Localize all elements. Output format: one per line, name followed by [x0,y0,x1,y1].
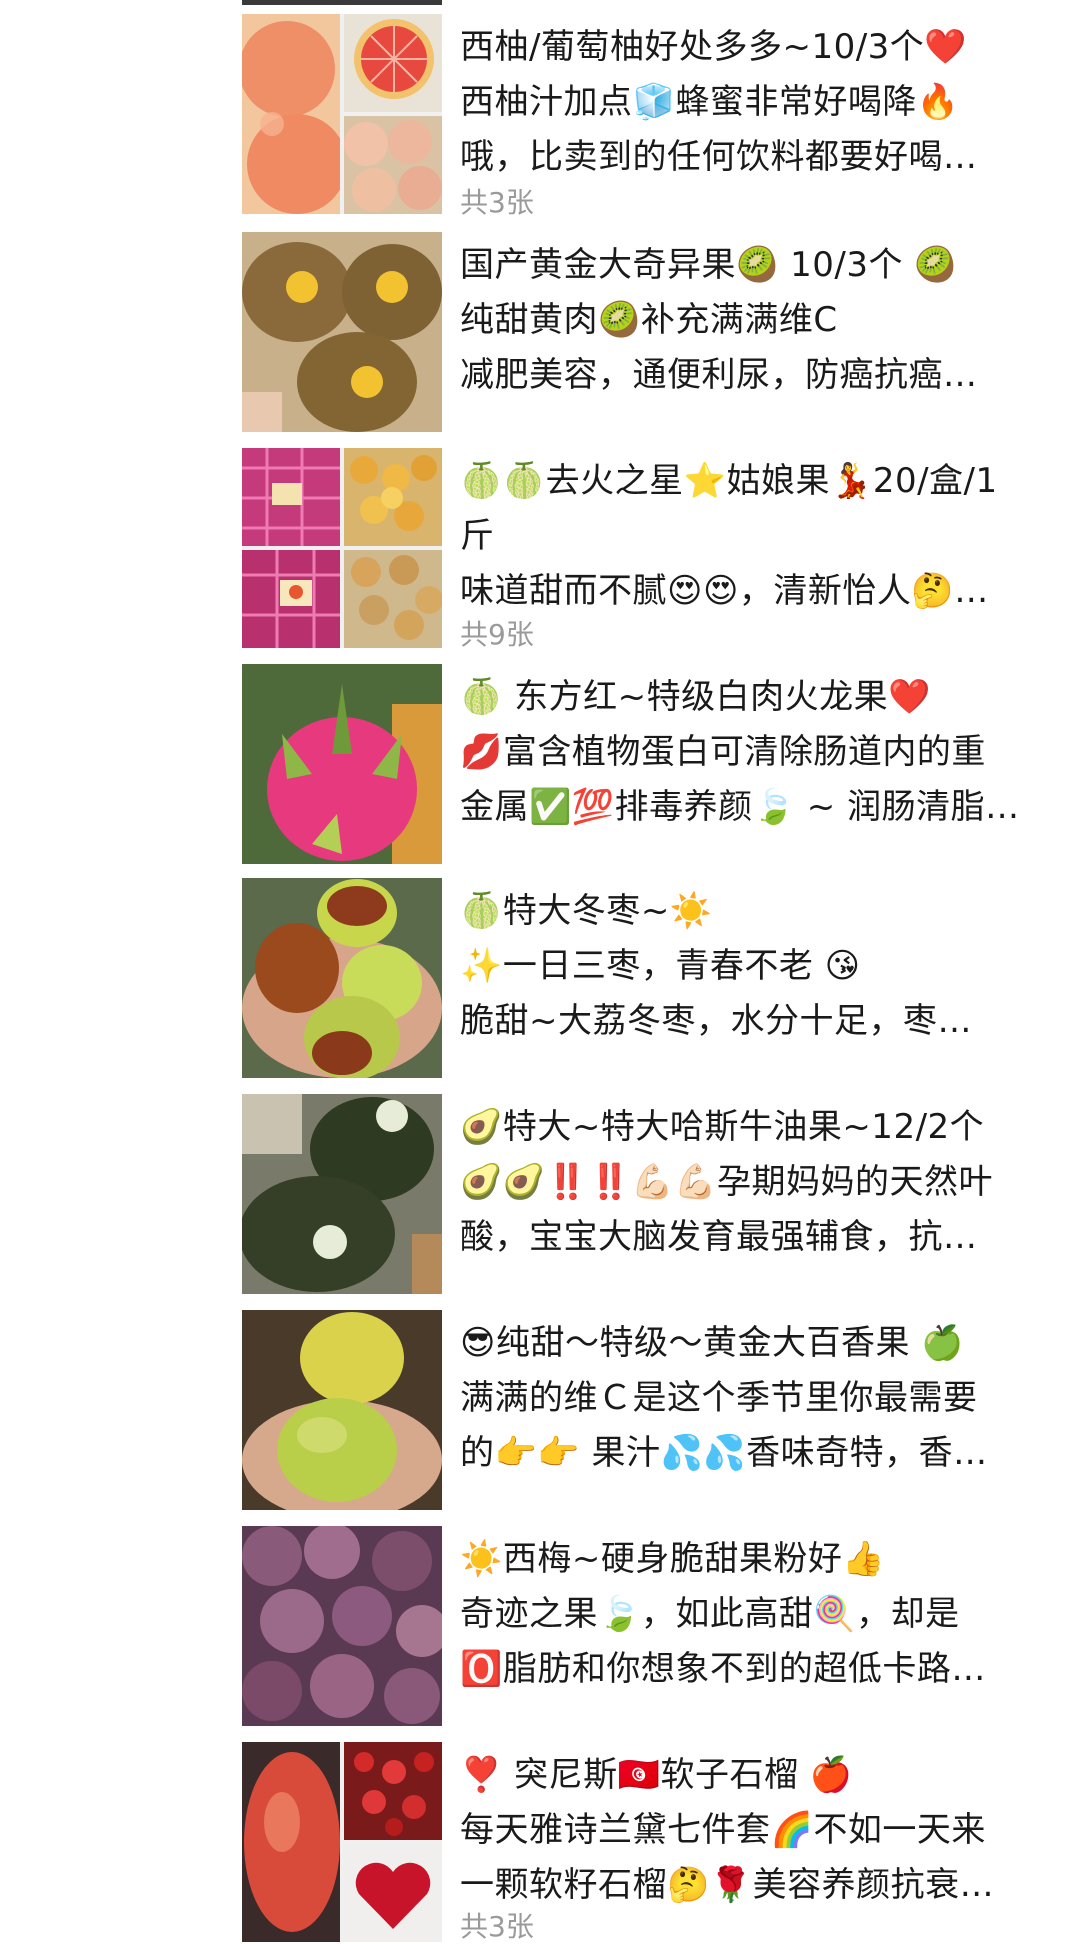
jujube-photo[interactable] [242,878,442,1078]
goldenberry-pile-photo[interactable] [344,448,442,546]
post-text: 🍈特大冬枣~☀️ ✨一日三枣，青春不老 😘 脆甜~大荔冬枣，水分十足，枣… [460,884,1040,1049]
post-text: 🍈 东方红~特级白肉火龙果❤️ 💋富含植物蛋白可清除肠道内的重 金属✅💯排毒养颜… [460,670,1040,835]
post-avocado[interactable]: 🥑特大~特大哈斯牛油果~12/2个 🥑🥑‼️‼️💪🏻💪🏻孕期妈妈的天然叶 酸，宝… [242,1094,1042,1294]
image-grid[interactable] [242,448,442,648]
image-count-label: 共9张 [460,618,534,651]
post-goldenberry[interactable]: 🍈🍈去火之星⭐姑娘果💃20/盒/1 斤 味道甜而不腻😍😍，清新怡人🤔… 共9张 [242,448,1042,651]
post-pomegranate[interactable]: ❣️ 突尼斯🇹🇳软子石榴 🍎 每天雅诗兰黛七件套🌈不如一天来 一颗软籽石榴🤔🌹美… [242,1742,1042,1943]
post-text-line: 🅾️脂肪和你想象不到的超低卡路… [460,1649,986,1689]
post-text-line: 金属✅💯排毒养颜🍃 ~ 润肠清脂… [460,787,1020,827]
avocado-photo[interactable] [242,1094,442,1294]
kiwi-photo[interactable] [242,232,442,432]
post-text: 国产黄金大奇异果🥝 10/3个 🥝 纯甜黄肉🥝补充满满维C 减肥美容，通便利尿，… [460,238,1040,403]
post-text-line: 一颗软籽石榴🤔🌹美容养颜抗衰… [460,1865,995,1905]
image-count-label: 共3张 [460,1910,534,1943]
image-grid[interactable] [242,1742,442,1942]
post-grapefruit[interactable]: 西柚/葡萄柚好处多多~10/3个❤️ 西柚汁加点🧊蜂蜜非常好喝降🔥 哦，比卖到的… [242,14,1042,219]
post-passion-fruit[interactable]: 😎纯甜～特级～黄金大百香果 🍏 满满的维Ｃ是这个季节里你最需要 的👉👉 果汁💦💦… [242,1310,1042,1510]
plum-photo[interactable] [242,1526,442,1726]
grapefruit-half-photo[interactable] [344,14,442,112]
post-text-line: 味道甜而不腻😍😍，清新怡人🤔… [460,571,989,611]
post-text: ❣️ 突尼斯🇹🇳软子石榴 🍎 每天雅诗兰黛七件套🌈不如一天来 一颗软籽石榴🤔🌹美… [460,1748,1040,1913]
post-text-line: ✨一日三枣，青春不老 😘 [460,946,861,986]
post-text: 🥑特大~特大哈斯牛油果~12/2个 🥑🥑‼️‼️💪🏻💪🏻孕期妈妈的天然叶 酸，宝… [460,1100,1040,1265]
post-plum[interactable]: ☀️西梅~硬身脆甜果粉好👍 奇迹之果🍃，如此高甜🍭，却是 🅾️脂肪和你想象不到的… [242,1526,1042,1726]
post-dragon-fruit[interactable]: 🍈 东方红~特级白肉火龙果❤️ 💋富含植物蛋白可清除肠道内的重 金属✅💯排毒养颜… [242,664,1042,864]
post-text-line: 斤 [460,516,495,556]
post-text-line: ❣️ 突尼斯🇹🇳软子石榴 🍎 [460,1755,853,1795]
image-grid[interactable] [242,1094,442,1294]
grapefruit-pile-photo[interactable] [344,116,442,214]
post-text-line: 🍈🍈去火之星⭐姑娘果💃20/盒/1 [460,461,998,501]
post-text-line: 满满的维Ｃ是这个季节里你最需要 [460,1378,978,1418]
pomegranate-photo[interactable] [242,1742,340,1942]
post-text-line: 西柚汁加点🧊蜂蜜非常好喝降🔥 [460,82,960,122]
post-text-line: 纯甜黄肉🥝补充满满维C [460,300,838,340]
post-text: 😎纯甜～特级～黄金大百香果 🍏 满满的维Ｃ是这个季节里你最需要 的👉👉 果汁💦💦… [460,1316,1040,1481]
post-jujube[interactable]: 🍈特大冬枣~☀️ ✨一日三枣，青春不老 😘 脆甜~大荔冬枣，水分十足，枣… [242,878,1042,1078]
moments-feed: 西柚/葡萄柚好处多多~10/3个❤️ 西柚汁加点🧊蜂蜜非常好喝降🔥 哦，比卖到的… [0,0,1080,1943]
passion-fruit-photo[interactable] [242,1310,442,1510]
post-text: 🍈🍈去火之星⭐姑娘果💃20/盒/1 斤 味道甜而不腻😍😍，清新怡人🤔… [460,454,1040,619]
image-grid[interactable] [242,1310,442,1510]
post-text-line: 脆甜~大荔冬枣，水分十足，枣… [460,1001,972,1041]
image-grid[interactable] [242,232,442,432]
post-text-line: 🥑特大~特大哈斯牛油果~12/2个 [460,1107,985,1147]
post-text-line: 😎纯甜～特级～黄金大百香果 🍏 [460,1323,965,1363]
image-grid[interactable] [242,14,442,214]
post-text-line: 🥑🥑‼️‼️💪🏻💪🏻孕期妈妈的天然叶 [460,1162,994,1202]
post-text: ☀️西梅~硬身脆甜果粉好👍 奇迹之果🍃，如此高甜🍭，却是 🅾️脂肪和你想象不到的… [460,1532,1040,1697]
dragon-fruit-photo[interactable] [242,664,442,864]
goldenberry-husk-photo[interactable] [344,550,442,648]
pomegranate-seeds-photo[interactable] [344,1742,442,1840]
image-grid[interactable] [242,878,442,1078]
image-grid[interactable] [242,1526,442,1726]
post-kiwi[interactable]: 国产黄金大奇异果🥝 10/3个 🥝 纯甜黄肉🥝补充满满维C 减肥美容，通便利尿，… [242,232,1042,432]
post-text-line: 酸，宝宝大脑发育最强辅食，抗… [460,1217,978,1257]
image-count-label: 共3张 [460,186,534,219]
post-text-line: 🍈 东方红~特级白肉火龙果❤️ [460,677,931,717]
image-grid[interactable] [242,664,442,864]
post-text-line: 哦，比卖到的任何饮料都要好喝… [460,137,978,177]
post-text: 西柚/葡萄柚好处多多~10/3个❤️ 西柚汁加点🧊蜂蜜非常好喝降🔥 哦，比卖到的… [460,20,1040,185]
post-text-line: 国产黄金大奇异果🥝 10/3个 🥝 [460,245,958,285]
post-text-line: 奇迹之果🍃，如此高甜🍭，却是 [460,1594,960,1634]
post-text-line: 西柚/葡萄柚好处多多~10/3个❤️ [460,27,968,67]
post-text-line: 的👉👉 果汁💦💦香味奇特，香… [460,1433,988,1473]
post-text-line: ☀️西梅~硬身脆甜果粉好👍 [460,1539,886,1579]
post-text-line: 减肥美容，通便利尿，防癌抗癌… [460,355,978,395]
previous-post-thumbnail-edge[interactable] [242,0,442,5]
grapefruit-photo[interactable] [242,14,340,214]
post-text-line: 每天雅诗兰黛七件套🌈不如一天来 [460,1810,986,1850]
pomegranate-heart-photo[interactable] [344,1844,442,1942]
post-text-line: 🍈特大冬枣~☀️ [460,891,713,931]
goldenberry-box-photo[interactable] [242,448,340,546]
post-text-line: 💋富含植物蛋白可清除肠道内的重 [460,732,986,772]
goldenberry-box-photo-2[interactable] [242,550,340,648]
